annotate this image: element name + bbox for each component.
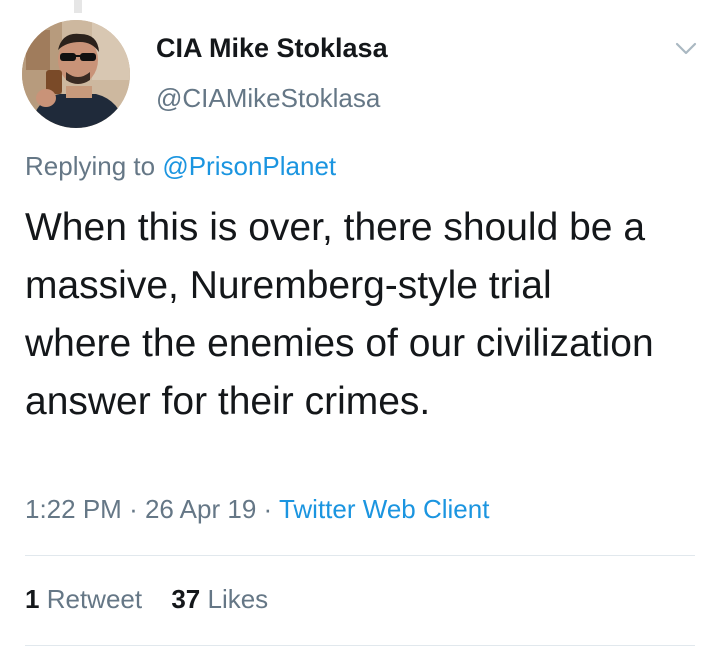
reply-target-link[interactable]: @PrisonPlanet — [162, 151, 336, 181]
retweets-count: 1 — [25, 584, 40, 614]
tweet-meta: 1:22 PM · 26 Apr 19 · Twitter Web Client — [25, 494, 489, 525]
tweet-date[interactable]: 26 Apr 19 — [145, 494, 256, 524]
profile-photo-image — [22, 20, 130, 128]
tweet-source-link[interactable]: Twitter Web Client — [279, 494, 489, 524]
meta-separator: · — [129, 494, 138, 524]
divider — [25, 645, 695, 646]
divider — [25, 555, 695, 556]
author-display-name[interactable]: CIA Mike Stoklasa — [156, 33, 388, 64]
engagement-stats: 1 Retweet 37 Likes — [25, 584, 268, 615]
retweets-label: Retweet — [46, 584, 143, 614]
retweets-stat[interactable]: 1 Retweet — [25, 584, 149, 614]
avatar[interactable] — [22, 20, 130, 128]
meta-separator: · — [263, 494, 273, 524]
likes-count: 37 — [171, 584, 201, 614]
reply-prefix: Replying to — [25, 151, 156, 181]
likes-stat[interactable]: 37 Likes — [171, 584, 268, 614]
chevron-down-icon[interactable] — [671, 36, 701, 60]
tweet-time[interactable]: 1:22 PM — [25, 494, 122, 524]
likes-label: Likes — [207, 584, 269, 614]
author-handle[interactable]: @CIAMikeStoklasa — [156, 83, 380, 114]
reply-context: Replying to @PrisonPlanet — [25, 151, 336, 182]
top-edge-fragment — [74, 0, 82, 13]
tweet-text: When this is over, there should be a mas… — [25, 206, 654, 423]
